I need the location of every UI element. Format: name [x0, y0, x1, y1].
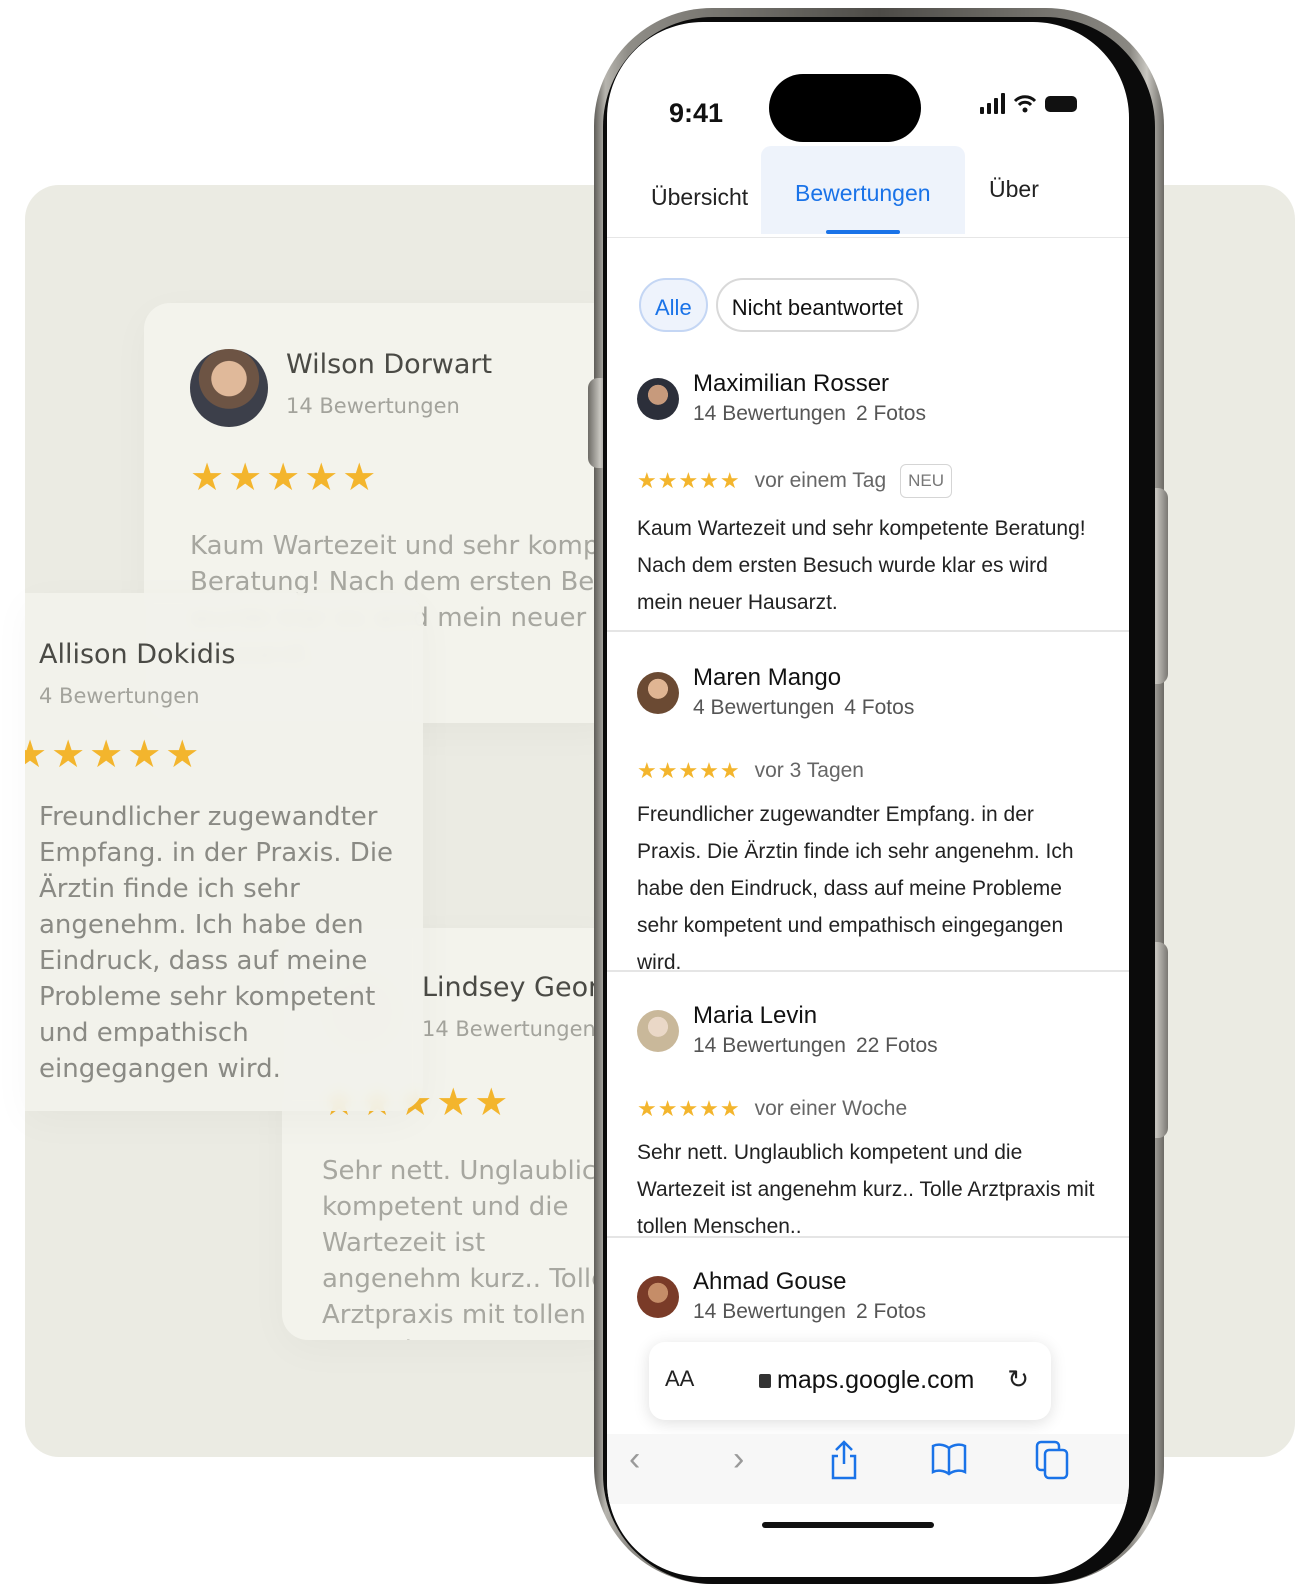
back-icon[interactable]: ‹ [629, 1440, 640, 1479]
photo-count: 2 Fotos [855, 1300, 926, 1323]
tab-about[interactable]: Über [989, 176, 1039, 203]
share-icon[interactable] [829, 1440, 859, 1489]
tab-reviews[interactable]: Bewertungen [761, 146, 965, 234]
photo-count: 22 Fotos [855, 1034, 938, 1057]
review-count: 14 Bewertungen [693, 1300, 846, 1323]
reviewer-name: Lindsey Georges [422, 972, 622, 1003]
phone-screen: 9:41 Übersicht Bewertungen Über Alle Nic… [607, 22, 1129, 1577]
review-date: vor einer Woche [754, 1097, 908, 1120]
review-count: 14 Bewertungen [422, 1017, 596, 1041]
reviewer-name[interactable]: Maren Mango [693, 664, 914, 692]
browser-toolbar: ‹ › [607, 1434, 1129, 1504]
forward-icon[interactable]: › [733, 1440, 744, 1479]
url-text: maps.google.com [777, 1366, 975, 1394]
avatar [637, 1276, 679, 1318]
review-card-allison: Allison Dokidis 4 Bewertungen ★★★★★ Freu… [25, 593, 423, 1111]
signal-icon [980, 92, 1005, 114]
reload-icon[interactable]: ↻ [1007, 1364, 1029, 1395]
tab-bar: Übersicht Bewertungen Über [607, 146, 1129, 238]
star-rating: ★★★★★ [190, 457, 381, 499]
photo-count: 2 Fotos [855, 402, 926, 425]
reviewer-name: Allison Dokidis [39, 639, 236, 670]
review-count: 4 Bewertungen [39, 684, 200, 708]
avatar [190, 349, 268, 427]
tab-reviews-label: Bewertungen [795, 180, 931, 206]
avatar [637, 672, 679, 714]
review-count: 14 Bewertungen [693, 402, 846, 425]
tab-overview[interactable]: Übersicht [651, 184, 748, 211]
photo-count: 4 Fotos [844, 696, 915, 719]
bookmarks-icon[interactable] [931, 1440, 967, 1485]
new-badge: NEU [900, 464, 953, 498]
review-date: vor einem Tag [754, 469, 887, 492]
star-rating: ★★★★★ [637, 1096, 741, 1121]
active-tab-indicator [825, 230, 900, 234]
review-item[interactable]: Maren Mango 4 Bewertungen 4 Fotos ★★★★★ v… [607, 664, 1129, 974]
address-bar[interactable]: AA maps.google.com ↻ [649, 1342, 1051, 1420]
star-rating: ★★★★★ [637, 758, 741, 783]
review-date: vor 3 Tagen [754, 759, 864, 782]
star-rating: ★★★★★ [637, 468, 741, 493]
review-item[interactable]: Maria Levin 14 Bewertungen 22 Fotos ★★★★★… [607, 1002, 1129, 1238]
dynamic-island [769, 74, 921, 142]
review-item[interactable]: Ahmad Gouse 14 Bewertungen 2 Fotos [607, 1268, 1129, 1340]
filter-unanswered-chip[interactable]: Nicht beantwortet [715, 278, 919, 332]
reviewer-name[interactable]: Maria Levin [693, 1002, 938, 1030]
review-count: 14 Bewertungen [693, 1034, 846, 1057]
review-count: 4 Bewertungen [693, 696, 835, 719]
status-time: 9:41 [669, 98, 724, 128]
reviewer-name: Wilson Dorwart [286, 349, 493, 380]
star-rating: ★★★★★ [25, 734, 204, 776]
phone-frame: 9:41 Übersicht Bewertungen Über Alle Nic… [588, 8, 1168, 1584]
wifi-icon [1013, 95, 1037, 113]
home-indicator [762, 1522, 934, 1528]
review-item[interactable]: Maximilian Rosser 14 Bewertungen 2 Fotos … [607, 370, 1129, 632]
review-count: 14 Bewertungen [286, 394, 460, 418]
filter-chips: Alle Nicht beantwortet [639, 278, 919, 332]
review-text: Kaum Wartezeit und sehr kompetente Berat… [637, 517, 1086, 614]
tabs-icon[interactable] [1035, 1440, 1069, 1489]
review-text: Sehr nett. Unglaublich kompetent und die… [322, 1156, 613, 1340]
text-size-button[interactable]: AA [665, 1366, 694, 1392]
lock-icon [759, 1374, 771, 1388]
review-text: Sehr nett. Unglaublich kompetent und die… [637, 1141, 1095, 1238]
review-text: Freundlicher zugewandter Empfang. in der… [39, 802, 394, 1084]
reviewer-name[interactable]: Ahmad Gouse [693, 1268, 926, 1296]
filter-all-chip[interactable]: Alle [639, 278, 708, 332]
review-text: Freundlicher zugewandter Empfang. in der… [637, 803, 1074, 974]
battery-icon [1045, 96, 1077, 112]
avatar [637, 1010, 679, 1052]
url-field[interactable]: maps.google.com [759, 1366, 974, 1395]
reviewer-name[interactable]: Maximilian Rosser [693, 370, 926, 398]
status-icons [980, 92, 1077, 114]
avatar [637, 378, 679, 420]
